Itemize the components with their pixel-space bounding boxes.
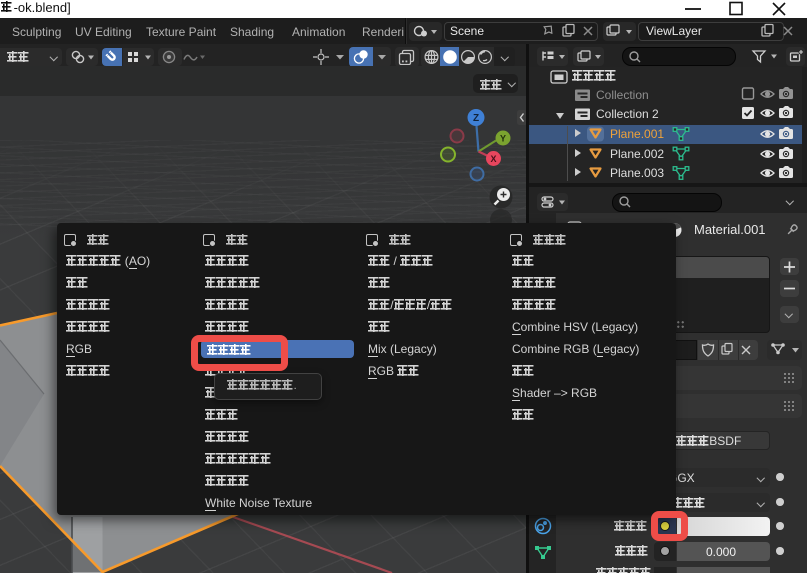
svg-text:Z: Z [473,113,479,124]
svg-text:Y: Y [500,134,506,144]
svg-text:X: X [490,154,496,164]
